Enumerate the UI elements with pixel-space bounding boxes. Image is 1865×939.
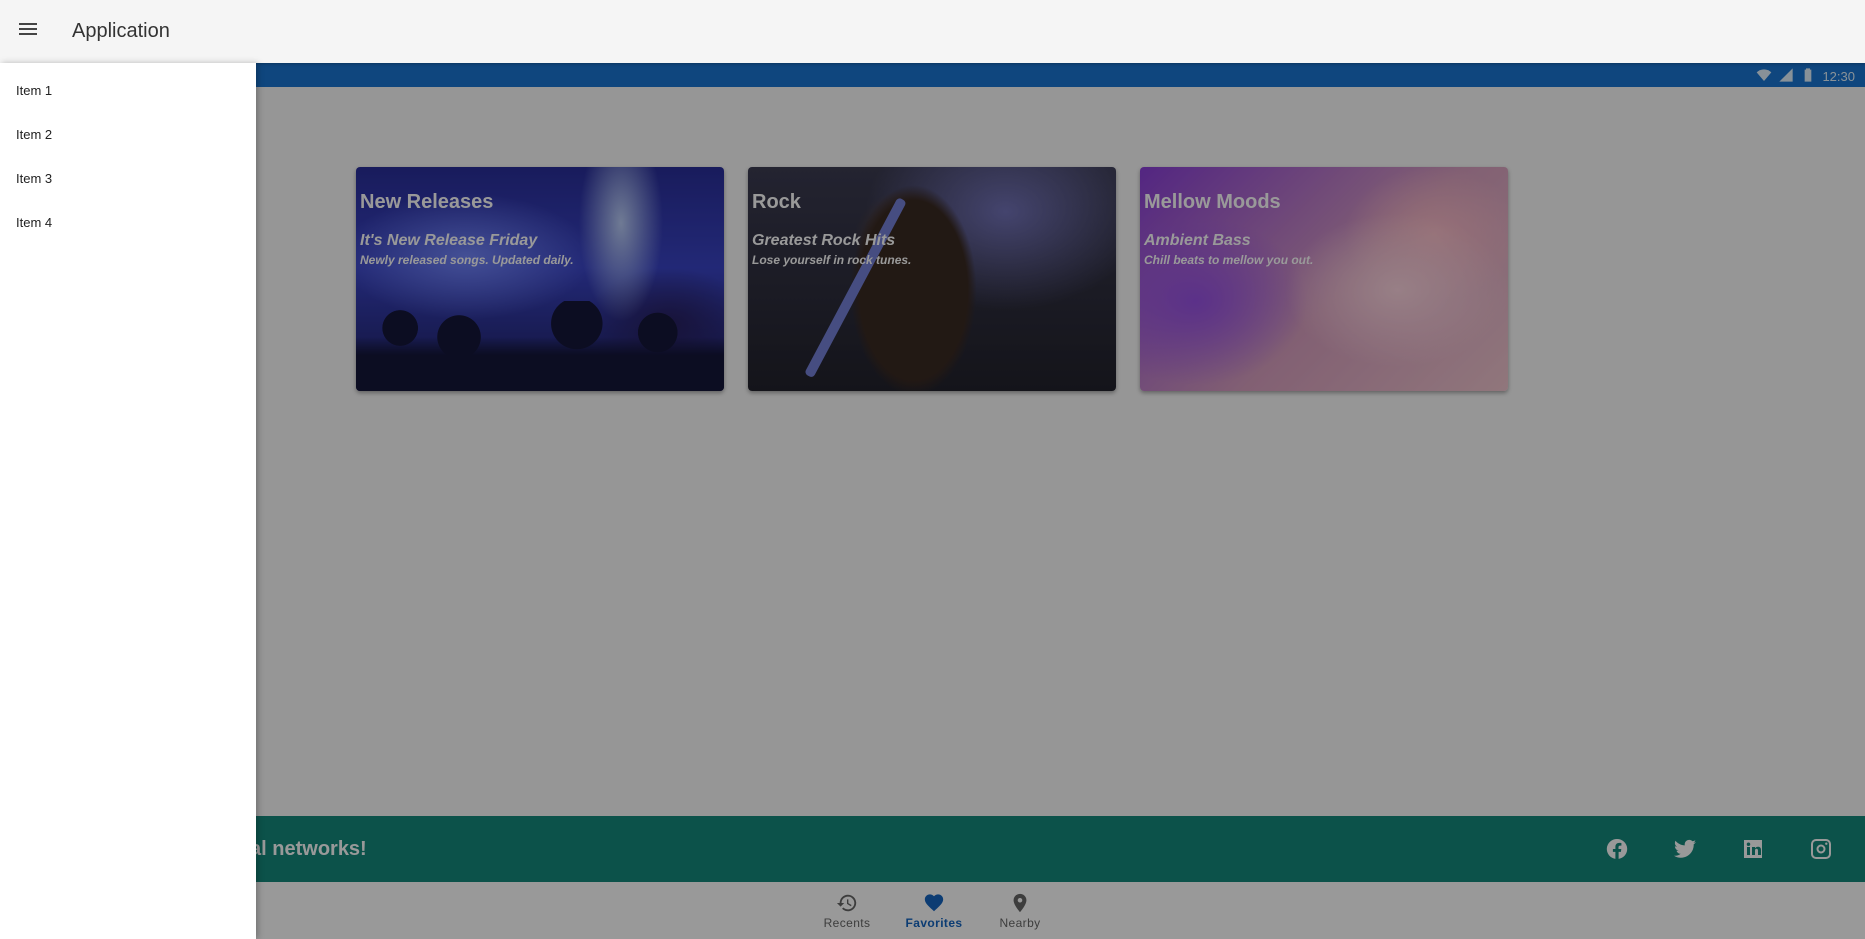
navigation-drawer: Item 1 Item 2 Item 3 Item 4: [0, 63, 256, 939]
drawer-item-3[interactable]: Item 3: [16, 171, 52, 186]
drawer-item-1[interactable]: Item 1: [16, 83, 52, 98]
drawer-scrim[interactable]: [0, 0, 1865, 939]
menu-button[interactable]: [14, 17, 42, 45]
drawer-item-4[interactable]: Item 4: [16, 215, 52, 230]
drawer-item-2[interactable]: Item 2: [16, 127, 52, 142]
app-bar: Application: [0, 0, 1865, 63]
app-title: Application: [72, 20, 170, 42]
menu-icon: [16, 17, 40, 46]
